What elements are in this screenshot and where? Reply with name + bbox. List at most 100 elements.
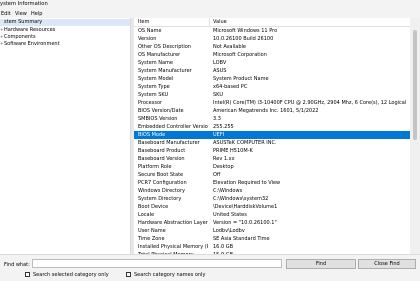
row-item: Hardware Abstraction Layer bbox=[138, 220, 208, 226]
search-selected-checkbox[interactable]: Search selected category only bbox=[25, 271, 109, 279]
table-row[interactable]: Installed Physical Memory (RAM) 16.0 GB bbox=[134, 243, 410, 251]
table-row[interactable]: System Name LOBV bbox=[134, 59, 410, 67]
table-row[interactable]: Time Zone SE Asia Standard Time bbox=[134, 235, 410, 243]
row-item: OS Manufacturer bbox=[138, 52, 181, 58]
search-names-label: Search category names only bbox=[134, 272, 206, 278]
row-item: Baseboard Version bbox=[138, 156, 185, 162]
details-list: Item Value OS Name Microsoft Windows 11 P… bbox=[134, 18, 410, 254]
table-row[interactable]: Windows Directory C:\Windows bbox=[134, 187, 410, 195]
row-value: United States bbox=[213, 212, 247, 218]
table-row[interactable]: Hardware Abstraction Layer Version = "10.… bbox=[134, 219, 410, 227]
row-item: Embedded Controller Version bbox=[138, 124, 208, 130]
title-bar: ystem Information bbox=[0, 0, 420, 9]
vertical-scrollbar[interactable] bbox=[410, 18, 420, 254]
row-item: System Type bbox=[138, 84, 170, 90]
table-row[interactable]: Version 10.0.26100 Build 26100 bbox=[134, 35, 410, 43]
checkbox-box[interactable] bbox=[25, 272, 30, 277]
row-item: Secure Boot State bbox=[138, 172, 184, 178]
row-value: 3.3 bbox=[213, 116, 221, 122]
list-header: Item Value bbox=[134, 18, 410, 27]
row-value: ASUSTeK COMPUTER INC. bbox=[213, 140, 277, 146]
row-value: SKU bbox=[213, 92, 223, 98]
table-row[interactable]: OS Manufacturer Microsoft Corporation bbox=[134, 51, 410, 59]
table-row[interactable]: System Directory C:\Windows\system32 bbox=[134, 195, 410, 203]
table-row[interactable]: BIOS Mode UEFI bbox=[134, 131, 410, 139]
menu-edit[interactable]: Edit bbox=[1, 11, 11, 17]
find-button[interactable]: Find bbox=[286, 259, 356, 269]
row-value: C:\Windows\system32 bbox=[213, 196, 269, 202]
row-value: PRIME H510M-K bbox=[213, 148, 253, 154]
row-value: C:\Windows bbox=[213, 188, 243, 194]
row-item: System Directory bbox=[138, 196, 182, 202]
row-value: Microsoft Windows 11 Pro bbox=[213, 28, 278, 34]
row-value: American Megatrends Inc. 1601, 5/1/2022 bbox=[213, 108, 319, 114]
category-tree[interactable]: stem Summary +Hardware Resources +Componen… bbox=[0, 18, 131, 254]
table-row[interactable]: Boot Device \Device\HarddiskVolume1 bbox=[134, 203, 410, 211]
row-item: BIOS Mode bbox=[138, 132, 166, 138]
table-row[interactable]: Other OS Description Not Available bbox=[134, 43, 410, 51]
row-value: Rev 1.xx bbox=[213, 156, 235, 162]
table-row[interactable]: Secure Boot State Off bbox=[134, 171, 410, 179]
row-item: System Model bbox=[138, 76, 174, 82]
row-item: User Name bbox=[138, 228, 166, 234]
column-header-value[interactable]: Value bbox=[213, 19, 227, 25]
tree-item[interactable]: +Hardware Resources bbox=[0, 26, 130, 33]
row-value: SE Asia Standard Time bbox=[213, 236, 270, 242]
tree-item[interactable]: stem Summary bbox=[0, 19, 130, 26]
table-row[interactable]: Baseboard Product PRIME H510M-K bbox=[134, 147, 410, 155]
column-divider[interactable] bbox=[209, 18, 210, 26]
row-item: Baseboard Product bbox=[138, 148, 186, 154]
column-header-item[interactable]: Item bbox=[138, 19, 149, 25]
row-item: Processor bbox=[138, 100, 163, 106]
find-label: Find what: bbox=[4, 262, 30, 268]
table-row[interactable]: System SKU SKU bbox=[134, 91, 410, 99]
row-item: Version bbox=[138, 36, 157, 42]
table-row[interactable]: Locale United States bbox=[134, 211, 410, 219]
menu-view[interactable]: View bbox=[15, 11, 27, 17]
row-item: OS Name bbox=[138, 28, 162, 34]
table-row[interactable]: BIOS Version/Date American Megatrends Inc… bbox=[134, 107, 410, 115]
tree-item[interactable]: +Software Environment bbox=[0, 40, 130, 47]
table-row[interactable]: Embedded Controller Version 255.255 bbox=[134, 123, 410, 131]
tree-item[interactable]: +Components bbox=[0, 33, 130, 40]
menu-bar: Edit View Help bbox=[0, 9, 420, 18]
search-names-checkbox[interactable]: Search category names only bbox=[126, 271, 205, 279]
table-row[interactable]: OS Name Microsoft Windows 11 Pro bbox=[134, 27, 410, 35]
menu-help[interactable]: Help bbox=[31, 11, 42, 17]
row-value: Microsoft Corporation bbox=[213, 52, 267, 58]
table-row[interactable]: Baseboard Manufacturer ASUSTeK COMPUTER I… bbox=[134, 139, 410, 147]
table-row[interactable]: System Model System Product Name bbox=[134, 75, 410, 83]
table-row[interactable]: System Type x64-based PC bbox=[134, 83, 410, 91]
table-row[interactable]: User Name Lodbv\Lodbv bbox=[134, 227, 410, 235]
row-item: Boot Device bbox=[138, 204, 169, 210]
row-value: 255.255 bbox=[213, 124, 234, 130]
row-value: ASUS bbox=[213, 68, 227, 74]
table-row[interactable]: Platform Role Desktop bbox=[134, 163, 410, 171]
row-item: Windows Directory bbox=[138, 188, 185, 194]
row-value: Intel(R) Core(TM) i3-10400F CPU @ 2.90GH… bbox=[213, 100, 408, 106]
row-value: Desktop bbox=[213, 164, 234, 170]
row-item: System Manufacturer bbox=[138, 68, 192, 74]
table-row[interactable]: Baseboard Version Rev 1.xx bbox=[134, 155, 410, 163]
close-find-button[interactable]: Close Find bbox=[358, 259, 416, 269]
scrollbar-thumb[interactable] bbox=[413, 30, 417, 140]
find-input[interactable] bbox=[32, 259, 282, 268]
row-value: Lodbv\Lodbv bbox=[213, 228, 245, 234]
row-value: System Product Name bbox=[213, 76, 269, 82]
row-value: 16.0 GB bbox=[213, 244, 234, 250]
row-item: PCR7 Configuration bbox=[138, 180, 187, 186]
row-value: \Device\HarddiskVolume1 bbox=[213, 204, 278, 210]
find-bar: Find what: Find Close Find Search select… bbox=[0, 254, 420, 281]
row-item: Locale bbox=[138, 212, 155, 218]
row-item: Baseboard Manufacturer bbox=[138, 140, 200, 146]
window-title: ystem Information bbox=[0, 1, 48, 7]
tree-item-label: Software Environment bbox=[4, 41, 60, 47]
table-row[interactable]: System Manufacturer ASUS bbox=[134, 67, 410, 75]
row-value: x64-based PC bbox=[213, 84, 248, 90]
table-row[interactable]: PCR7 Configuration Elevation Required to … bbox=[134, 179, 410, 187]
tree-item-label: stem Summary bbox=[4, 19, 43, 25]
checkbox-box[interactable] bbox=[126, 272, 131, 277]
table-row[interactable]: SMBIOS Version 3.3 bbox=[134, 115, 410, 123]
row-item: Time Zone bbox=[138, 236, 165, 242]
table-row[interactable]: Processor Intel(R) Core(TM) i3-10400F CPU… bbox=[134, 99, 410, 107]
